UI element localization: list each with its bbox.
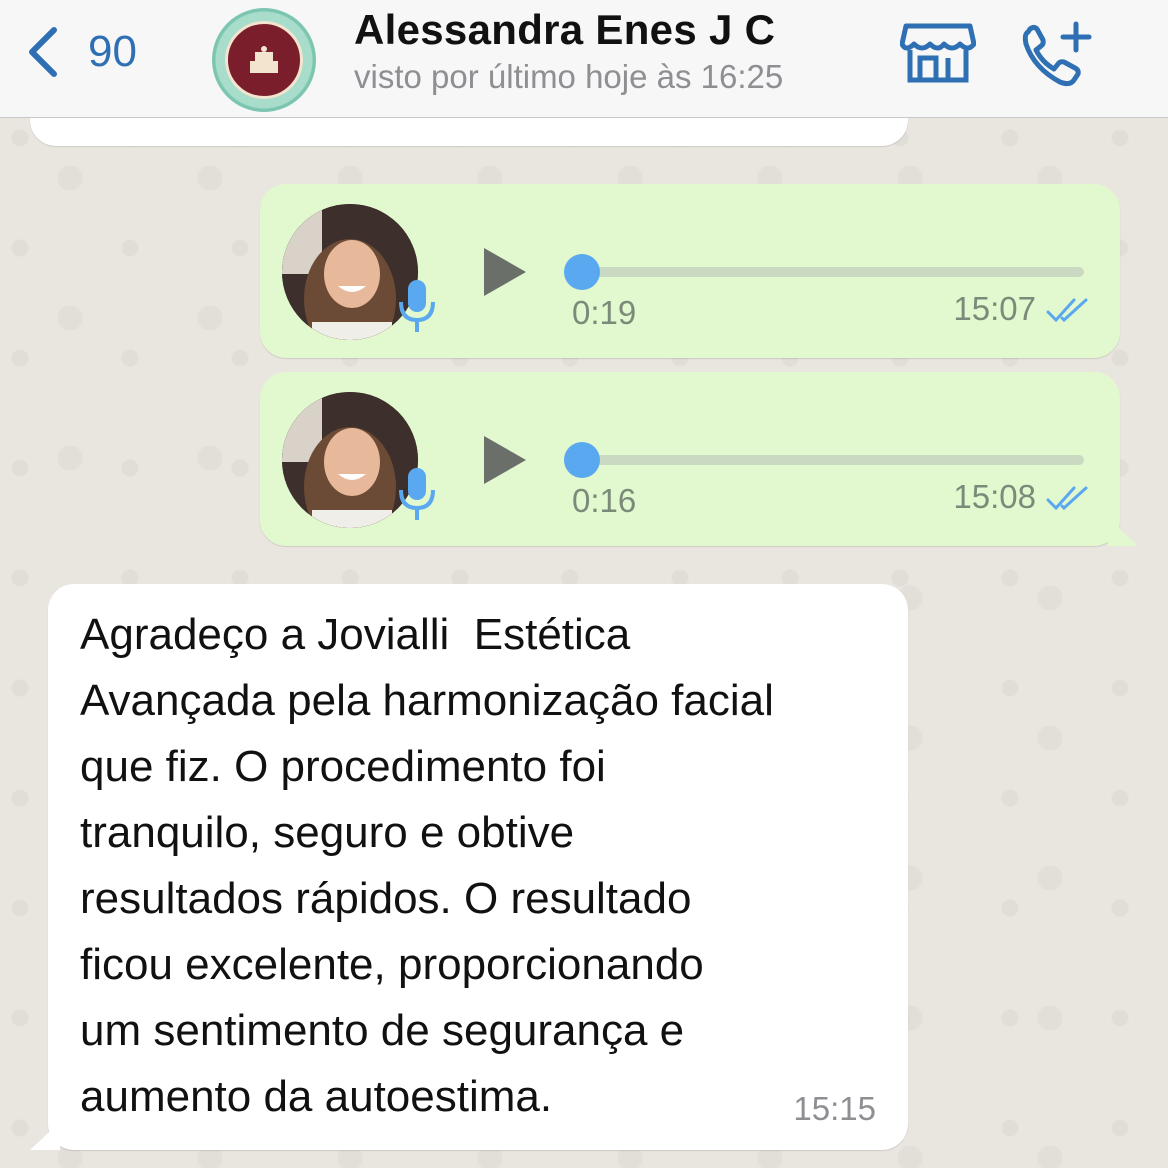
voice-message[interactable]: 0:16 15:08 <box>260 372 1120 546</box>
message-time: 15:15 <box>793 1090 876 1127</box>
add-call-icon[interactable] <box>1018 20 1094 90</box>
voice-duration: 0:19 <box>572 294 637 331</box>
last-seen-status: visto por último hoje às 16:25 <box>354 58 784 95</box>
microphone-icon <box>399 280 435 332</box>
play-icon[interactable] <box>480 432 530 488</box>
incoming-text-message[interactable]: Agradeço a Jovialli Estética Avançada pe… <box>48 584 908 1150</box>
contact-avatar[interactable] <box>212 8 316 112</box>
back-button[interactable]: 90 <box>24 22 137 82</box>
double-check-icon <box>1046 298 1088 323</box>
contact-name[interactable]: Alessandra Enes J C <box>354 6 775 54</box>
cake-icon <box>250 46 278 73</box>
message-text: Agradeço a Jovialli Estética Avançada pe… <box>80 610 774 1121</box>
voice-duration: 0:16 <box>572 482 637 519</box>
bakery-logo <box>225 21 303 99</box>
message-time: 15:07 <box>953 290 1036 327</box>
store-icon[interactable] <box>900 20 976 84</box>
unread-count: 90 <box>88 27 137 76</box>
audio-progress-knob[interactable] <box>564 442 600 478</box>
audio-progress-knob[interactable] <box>564 254 600 290</box>
audio-progress-track[interactable] <box>564 267 1084 277</box>
voice-message[interactable]: 0:19 15:07 <box>260 184 1120 358</box>
chevron-left-icon <box>29 27 57 77</box>
double-check-icon <box>1046 486 1088 511</box>
play-icon[interactable] <box>480 244 530 300</box>
chat-header: 90 Alessandra Enes J C visto por último … <box>0 0 1168 118</box>
microphone-icon <box>399 468 435 520</box>
audio-progress-track[interactable] <box>564 455 1084 465</box>
message-time: 15:08 <box>953 478 1036 515</box>
